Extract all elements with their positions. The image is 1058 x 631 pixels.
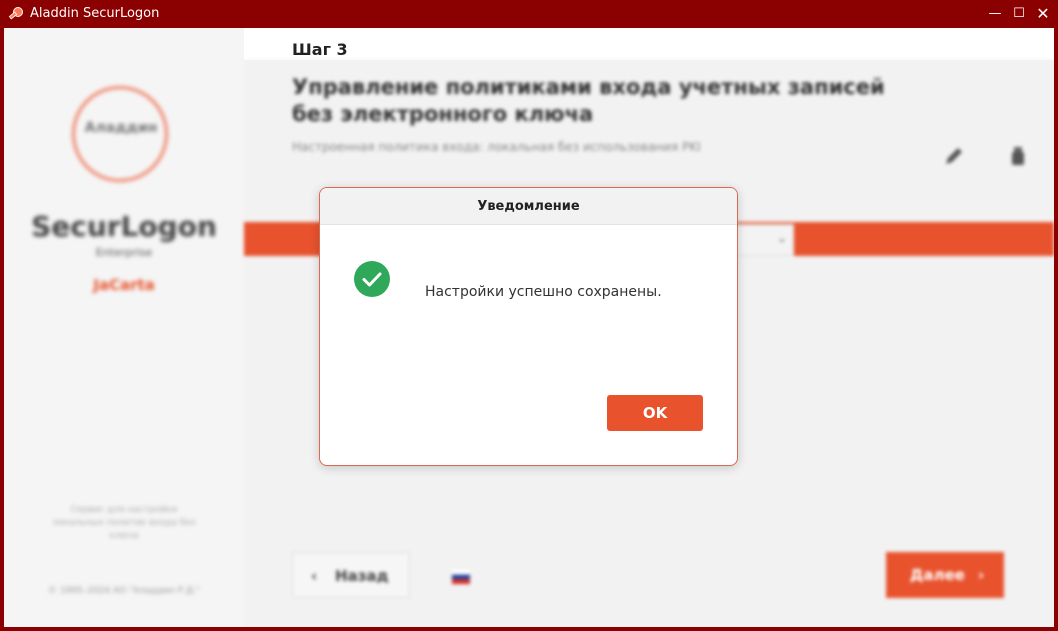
app-key-icon <box>8 7 23 20</box>
ok-button[interactable]: OK <box>607 395 703 431</box>
chevron-down-icon: ⌄ <box>776 231 787 245</box>
next-button[interactable]: Далее › <box>886 552 1004 598</box>
jacarta-label: JaCarta <box>93 276 155 294</box>
step-label: Шаг 3 <box>292 40 348 59</box>
sidebar-note: Сервис для настройки локальных политик в… <box>52 505 196 541</box>
sidebar: Аладдин SecurLogon Enterprise JaCarta Се… <box>4 28 244 627</box>
title-bar[interactable]: Aladdin SecurLogon — ☐ ✕ <box>0 0 1058 28</box>
window-title: Aladdin SecurLogon <box>30 6 160 21</box>
main-header-strip <box>244 28 1054 60</box>
app-window: Aladdin SecurLogon — ☐ ✕ Аладдин SecurLo… <box>0 0 1058 631</box>
back-button-label: Назад <box>335 567 389 585</box>
next-button-label: Далее <box>910 566 965 584</box>
chevron-left-icon: ‹ <box>311 567 318 585</box>
success-check-icon <box>354 261 390 297</box>
dialog-message: Настройки успешно сохранены. <box>425 284 662 300</box>
chevron-right-icon: › <box>978 566 985 584</box>
product-edition: Enterprise <box>95 246 153 259</box>
pencil-icon[interactable] <box>942 144 966 168</box>
page-title: Управление политиками входа учетных запи… <box>292 75 885 126</box>
close-button[interactable]: ✕ <box>1032 4 1054 24</box>
dialog-title: Уведомление <box>320 188 737 225</box>
russian-flag-icon[interactable] <box>452 570 470 584</box>
product-name: SecurLogon <box>31 210 217 243</box>
policy-subtitle: Настроенная политика входа: локальная бе… <box>292 140 701 154</box>
notification-dialog: Уведомление Настройки успешно сохранены.… <box>319 187 738 466</box>
maximize-button[interactable]: ☐ <box>1008 4 1030 24</box>
aladdin-logo-text: Аладдин <box>84 120 158 136</box>
back-button[interactable]: ‹ Назад <box>292 552 410 598</box>
copyright: © 1995–2024 АО "Аладдин Р.Д." <box>47 586 201 596</box>
minimize-button[interactable]: — <box>984 4 1006 24</box>
usb-token-icon[interactable] <box>1006 144 1030 168</box>
